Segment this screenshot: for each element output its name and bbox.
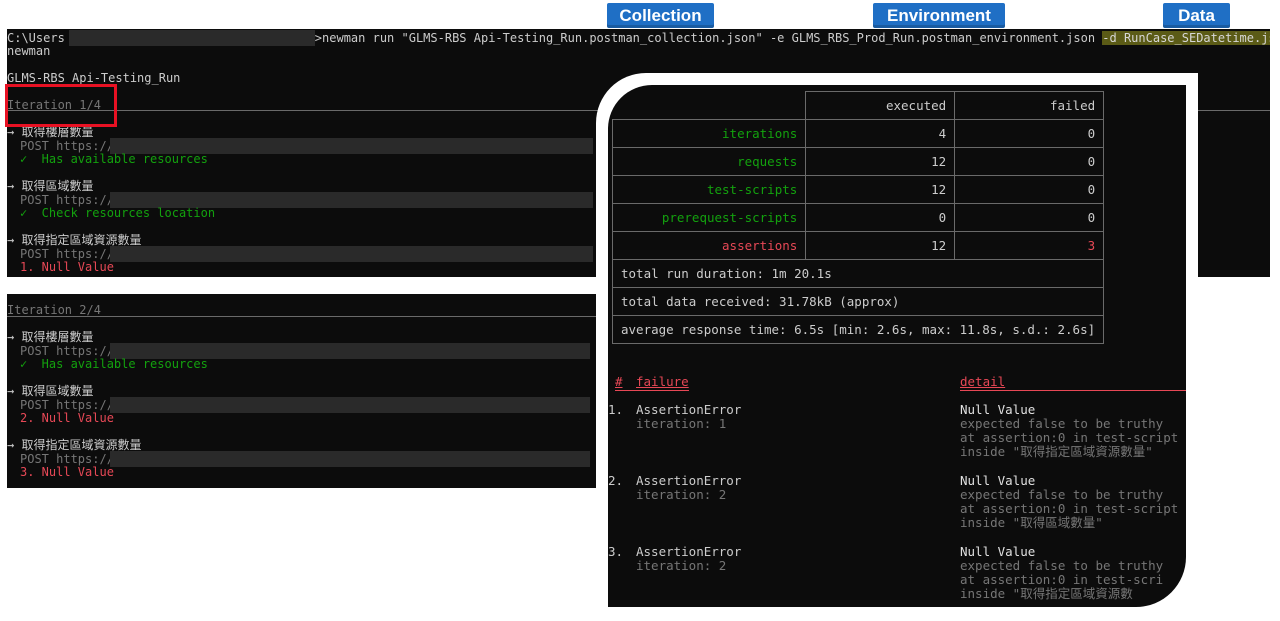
avg-response-row: average response time: 6.5s [min: 2.6s, … xyxy=(611,315,1105,344)
request-method: POST https:// xyxy=(20,139,114,153)
request-method: POST https:// xyxy=(20,344,114,358)
request-name: → 取得指定區域資源數量 xyxy=(7,233,142,247)
stats-label: test-scripts xyxy=(611,175,807,204)
stats-label: assertions xyxy=(611,231,807,260)
iteration-highlight-box xyxy=(5,84,117,127)
total-data-received: total data received: 31.78kB (approx) xyxy=(611,287,1105,316)
test-result-pass: ✓ Has available resources xyxy=(20,152,208,166)
stats-executed: 12 xyxy=(805,175,956,204)
stats-executed: 4 xyxy=(805,119,956,148)
failed-header: failed xyxy=(954,91,1105,120)
data-flag: -d RunCase_SEDatetime.json xyxy=(1102,31,1270,45)
stats-row: requests 12 0 xyxy=(611,147,1105,176)
detail-header-rule xyxy=(960,390,1186,391)
run-stats-table: executed failed iterations 4 0 requests … xyxy=(611,91,1105,344)
detail-header: detail xyxy=(960,374,1006,389)
failure-header-rule xyxy=(615,390,689,391)
summary-terminal: executed failed iterations 4 0 requests … xyxy=(608,85,1186,607)
failure-iteration: iteration: 1 xyxy=(636,416,727,431)
executed-header: executed xyxy=(805,91,956,120)
summary-callout: executed failed iterations 4 0 requests … xyxy=(596,73,1198,617)
stats-row: prerequest-scripts 0 0 xyxy=(611,203,1105,232)
total-run-duration: total run duration: 1m 20.1s xyxy=(611,259,1105,288)
test-result-fail: 2. Null Value xyxy=(20,411,114,425)
failure-detail-line: inside "取得指定區域資源數量" xyxy=(960,444,1153,459)
stats-executed: 12 xyxy=(805,147,956,176)
newman-command: >newman run "GLMS-RBS Api-Testing_Run.po… xyxy=(314,31,1103,45)
failure-detail-line: at assertion:0 in test-script xyxy=(960,501,1179,516)
failure-detail-line: inside "取得指定區域資源數 xyxy=(960,586,1133,601)
test-result-fail: 1. Null Value xyxy=(20,260,114,274)
failure-detail-line: expected false to be truthy xyxy=(960,558,1164,573)
stats-row: assertions 12 3 xyxy=(611,231,1105,260)
failure-error: AssertionError xyxy=(636,473,742,488)
request-name: → 取得樓層數量 xyxy=(7,330,94,344)
stats-failed: 0 xyxy=(954,147,1105,176)
data-received-row: total data received: 31.78kB (approx) xyxy=(611,287,1105,316)
command-wrap: newman xyxy=(7,44,51,58)
redacted-username xyxy=(69,30,315,46)
failure-header: failure xyxy=(636,374,689,389)
failure-num-header: # xyxy=(615,374,623,389)
collection-tag: Collection xyxy=(607,3,714,28)
failure-number: 2. xyxy=(608,473,624,488)
average-response-time: average response time: 6.5s [min: 2.6s, … xyxy=(611,315,1105,344)
stats-header-row: executed failed xyxy=(612,91,1105,120)
stats-label: iterations xyxy=(611,119,807,148)
redacted-url xyxy=(110,397,590,413)
test-result-pass: ✓ Has available resources xyxy=(20,357,208,371)
request-method: POST https:// xyxy=(20,452,114,466)
request-name: → 取得區域數量 xyxy=(7,179,94,193)
prompt-prefix: C:\Users xyxy=(7,31,65,45)
empty-header-cell xyxy=(612,91,807,120)
failure-detail-line: at assertion:0 in test-script xyxy=(960,430,1179,445)
iteration-header: Iteration 2/4 xyxy=(7,303,101,317)
data-tag: Data xyxy=(1163,3,1230,28)
duration-row: total run duration: 1m 20.1s xyxy=(611,259,1105,288)
request-method: POST https:// xyxy=(20,398,114,412)
failure-detail-title: Null Value xyxy=(960,473,1036,488)
environment-tag: Environment xyxy=(873,3,1005,28)
failure-detail-title: Null Value xyxy=(960,402,1036,417)
test-result-pass: ✓ Check resources location xyxy=(20,206,216,220)
redacted-url xyxy=(110,246,593,262)
request-method: POST https:// xyxy=(20,247,114,261)
request-name: → 取得區域數量 xyxy=(7,384,94,398)
request-method: POST https:// xyxy=(20,193,114,207)
stats-row: iterations 4 0 xyxy=(611,119,1105,148)
failure-detail-line: at assertion:0 in test-scri xyxy=(960,572,1164,587)
stats-label: prerequest-scripts xyxy=(611,203,807,232)
stats-row: test-scripts 12 0 xyxy=(611,175,1105,204)
request-name: → 取得樓層數量 xyxy=(7,125,94,139)
failure-number: 3. xyxy=(608,544,624,559)
failure-error: AssertionError xyxy=(636,544,742,559)
stats-executed: 0 xyxy=(805,203,956,232)
failure-detail-line: expected false to be truthy xyxy=(960,487,1164,502)
test-result-fail: 3. Null Value xyxy=(20,465,114,479)
failure-iteration: iteration: 2 xyxy=(636,558,727,573)
collection-name: GLMS-RBS Api-Testing_Run xyxy=(7,71,181,85)
stats-failed: 0 xyxy=(954,203,1105,232)
redacted-url xyxy=(110,451,590,467)
request-name: → 取得指定區域資源數量 xyxy=(7,438,142,452)
stats-failed: 0 xyxy=(954,119,1105,148)
stats-failed: 3 xyxy=(954,231,1105,260)
stats-failed: 0 xyxy=(954,175,1105,204)
failure-detail-title: Null Value xyxy=(960,544,1036,559)
iteration-separator xyxy=(7,316,597,317)
stats-executed: 12 xyxy=(805,231,956,260)
bottom-terminal: Iteration 2/4 → 取得樓層數量 POST https:// ✓ H… xyxy=(7,294,597,488)
stats-label: requests xyxy=(611,147,807,176)
failure-iteration: iteration: 2 xyxy=(636,487,727,502)
failure-error: AssertionError xyxy=(636,402,742,417)
failure-detail-line: expected false to be truthy xyxy=(960,416,1164,431)
failure-detail-line: inside "取得區域數量" xyxy=(960,515,1103,530)
failure-number: 1. xyxy=(608,402,624,417)
